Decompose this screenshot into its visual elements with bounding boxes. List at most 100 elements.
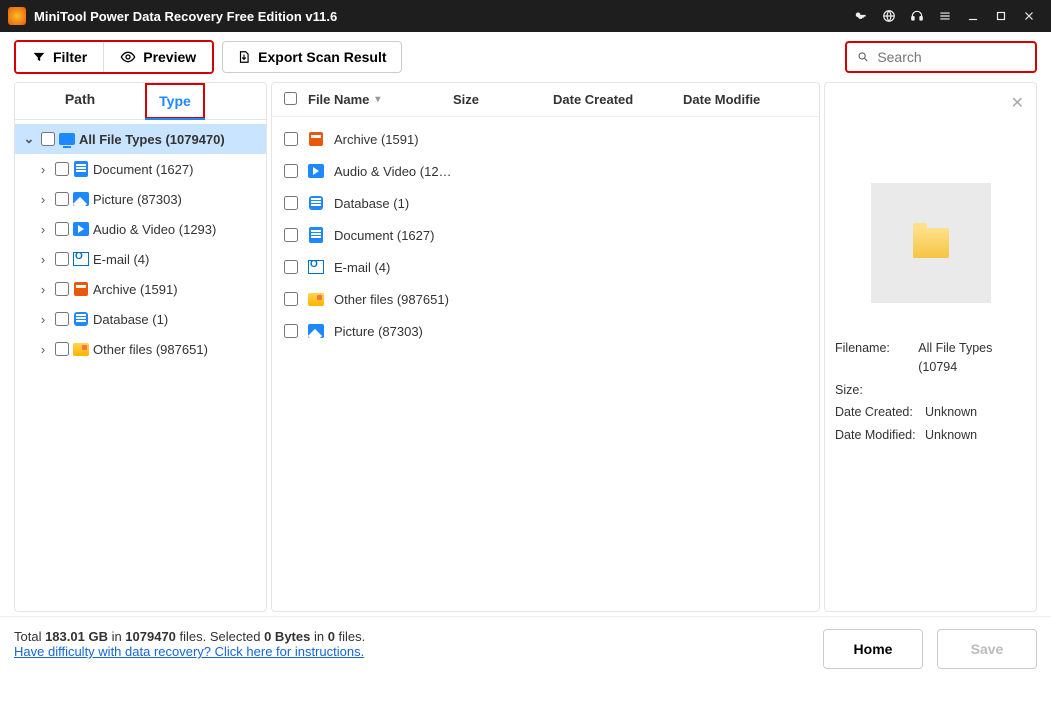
arc-icon [73, 281, 89, 297]
list-item[interactable]: Database (1) [272, 187, 819, 219]
db-icon [308, 195, 324, 211]
col-filename[interactable]: File Name ▾ [308, 92, 453, 107]
list-item[interactable]: Audio & Video (12… [272, 155, 819, 187]
tree-item-label: Other files (987651) [93, 342, 208, 357]
tree-checkbox[interactable] [55, 192, 69, 206]
other-icon [73, 341, 89, 357]
select-all-checkbox[interactable] [284, 92, 297, 105]
search-box[interactable] [845, 41, 1037, 73]
list-item[interactable]: E-mail (4) [272, 251, 819, 283]
tree-item[interactable]: › Picture (87303) [15, 184, 266, 214]
meta-filename-val: All File Types (10794 [918, 339, 1026, 377]
doc-icon [308, 227, 324, 243]
tree-checkbox[interactable] [55, 312, 69, 326]
tree-checkbox[interactable] [55, 342, 69, 356]
save-button[interactable]: Save [937, 629, 1037, 669]
list-item[interactable]: Document (1627) [272, 219, 819, 251]
meta-size-key: Size: [835, 381, 925, 400]
help-link[interactable]: Have difficulty with data recovery? Clic… [14, 644, 364, 659]
list-item[interactable]: Archive (1591) [272, 123, 819, 155]
home-button[interactable]: Home [823, 629, 923, 669]
col-modified[interactable]: Date Modifie [683, 92, 763, 107]
tab-type[interactable]: Type [145, 83, 205, 119]
chevron-right-icon[interactable]: › [35, 342, 51, 357]
row-checkbox[interactable] [284, 292, 298, 306]
details-close-icon[interactable]: ✕ [1011, 93, 1024, 113]
chevron-right-icon[interactable]: › [35, 222, 51, 237]
type-tree: ⌄ All File Types (1079470) ›Document (16… [15, 120, 266, 368]
tree-item[interactable]: › Audio & Video (1293) [15, 214, 266, 244]
left-panel: Path Type ⌄ All File Types (1079470) ›Do… [14, 82, 267, 612]
tree-item[interactable]: › Other files (987651) [15, 334, 266, 364]
filter-preview-group: Filter Preview [14, 40, 214, 74]
headset-icon[interactable] [903, 2, 931, 30]
chevron-right-icon[interactable]: › [35, 282, 51, 297]
export-label: Export Scan Result [258, 49, 386, 65]
row-checkbox[interactable] [284, 164, 298, 178]
meta-filename-key: Filename: [835, 339, 918, 377]
tree-item-label: E-mail (4) [93, 252, 149, 267]
col-size[interactable]: Size [453, 92, 553, 107]
tree-checkbox[interactable] [55, 252, 69, 266]
preview-thumbnail [871, 183, 991, 303]
chevron-right-icon[interactable]: › [35, 252, 51, 267]
filter-button[interactable]: Filter [16, 42, 103, 72]
key-icon[interactable] [847, 2, 875, 30]
tree-item-label: Picture (87303) [93, 192, 182, 207]
maximize-icon[interactable] [987, 2, 1015, 30]
footer-stats: Total 183.01 GB in 1079470 files. Select… [14, 629, 365, 659]
app-title: MiniTool Power Data Recovery Free Editio… [34, 9, 847, 24]
tree-checkbox[interactable] [55, 222, 69, 236]
filter-label: Filter [53, 49, 87, 65]
tree-item[interactable]: › E-mail (4) [15, 244, 266, 274]
export-button[interactable]: Export Scan Result [222, 41, 401, 73]
tree-item[interactable]: › Database (1) [15, 304, 266, 334]
tree-item-label: Archive (1591) [93, 282, 178, 297]
db-icon [73, 311, 89, 327]
row-label: Picture (87303) [334, 324, 423, 339]
row-checkbox[interactable] [284, 260, 298, 274]
list-item[interactable]: Picture (87303) [272, 315, 819, 347]
search-input[interactable] [877, 49, 1025, 65]
chevron-down-icon[interactable]: ⌄ [21, 131, 37, 147]
tree-item-label: Database (1) [93, 312, 168, 327]
row-label: Archive (1591) [334, 132, 419, 147]
list-item[interactable]: Other files (987651) [272, 283, 819, 315]
other-icon [308, 291, 324, 307]
pic-icon [308, 323, 324, 339]
globe-icon[interactable] [875, 2, 903, 30]
row-checkbox[interactable] [284, 228, 298, 242]
tree-root[interactable]: ⌄ All File Types (1079470) [15, 124, 266, 154]
file-list-panel: File Name ▾ Size Date Created Date Modif… [271, 82, 820, 612]
meta-created-key: Date Created: [835, 403, 925, 422]
close-icon[interactable] [1015, 2, 1043, 30]
tree-checkbox[interactable] [55, 282, 69, 296]
tree-root-label: All File Types (1079470) [79, 132, 225, 147]
mail-icon [73, 251, 89, 267]
row-checkbox[interactable] [284, 324, 298, 338]
chevron-right-icon[interactable]: › [35, 312, 51, 327]
doc-icon [73, 161, 89, 177]
menu-icon[interactable] [931, 2, 959, 30]
row-label: Database (1) [334, 196, 409, 211]
root-checkbox[interactable] [41, 132, 55, 146]
tree-item-label: Audio & Video (1293) [93, 222, 216, 237]
row-label: Audio & Video (12… [334, 164, 452, 179]
chevron-right-icon[interactable]: › [35, 192, 51, 207]
row-label: E-mail (4) [334, 260, 390, 275]
tree-item[interactable]: › Archive (1591) [15, 274, 266, 304]
tree-checkbox[interactable] [55, 162, 69, 176]
av-icon [308, 163, 324, 179]
col-created[interactable]: Date Created [553, 92, 683, 107]
chevron-right-icon[interactable]: › [35, 162, 51, 177]
row-checkbox[interactable] [284, 132, 298, 146]
av-icon [73, 221, 89, 237]
row-checkbox[interactable] [284, 196, 298, 210]
preview-button[interactable]: Preview [103, 42, 212, 72]
preview-label: Preview [143, 49, 196, 65]
column-header: File Name ▾ Size Date Created Date Modif… [272, 83, 819, 117]
tree-item[interactable]: ›Document (1627) [15, 154, 266, 184]
tab-path[interactable]: Path [15, 83, 145, 119]
minimize-icon[interactable] [959, 2, 987, 30]
row-label: Other files (987651) [334, 292, 449, 307]
